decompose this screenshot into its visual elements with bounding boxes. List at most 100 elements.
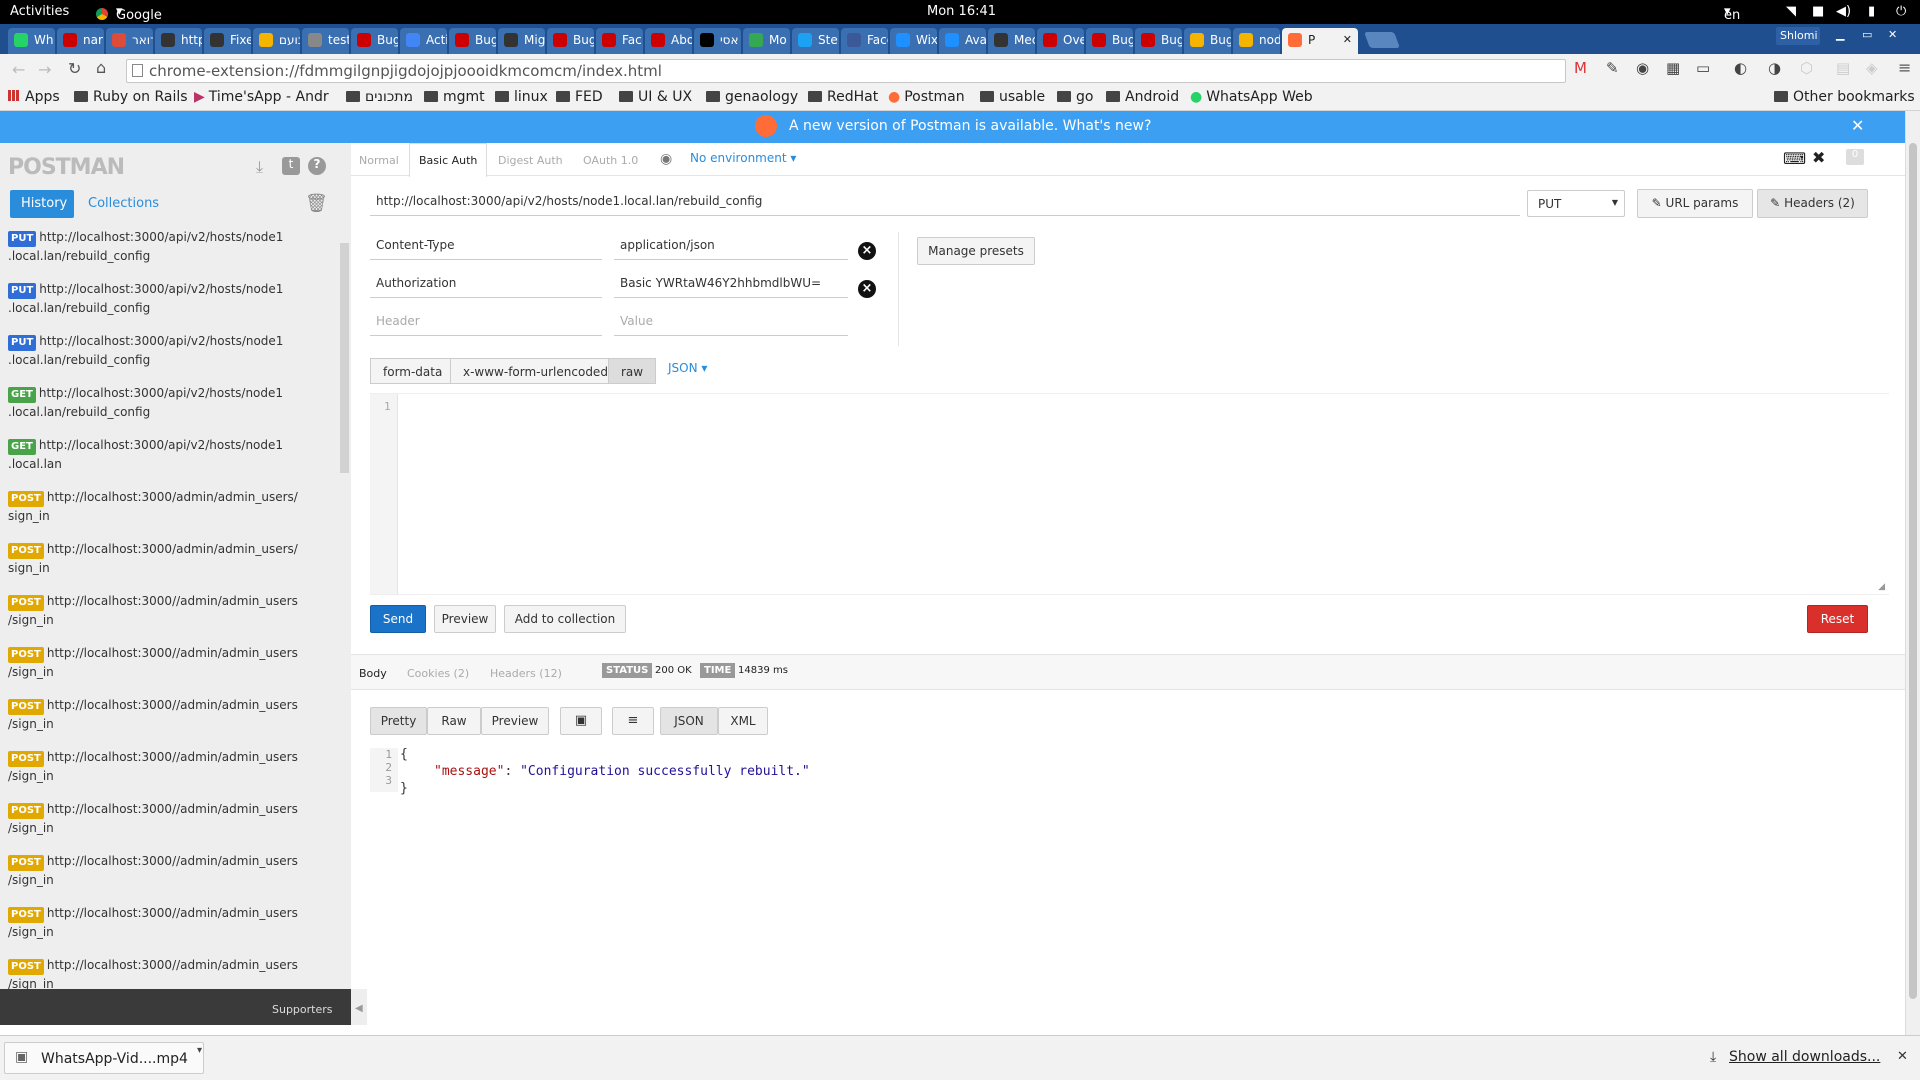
bookmark-folder[interactable]: Other bookmarks [1774,89,1915,105]
language-indicator[interactable]: en ▾ [1724,4,1740,23]
tab-collections[interactable]: Collections [88,196,159,211]
bookmark-link[interactable]: ● WhatsApp Web [1190,89,1313,105]
send-button[interactable]: Send [370,605,426,633]
extension-icon[interactable]: ▦ [1666,59,1680,77]
history-item[interactable]: POST http://localhost:3000//admin/admin_u… [8,644,338,681]
battery-icon[interactable]: ▮ [1868,4,1875,19]
twitter-icon[interactable]: t [282,157,300,175]
eyedropper-icon[interactable]: ✎ [1606,59,1619,77]
collapse-sidebar-icon[interactable]: ◀ [351,989,367,1025]
cast-icon[interactable]: ▭ [1696,59,1710,77]
request-url-input[interactable]: http://localhost:3000/api/v2/hosts/node1… [370,190,1520,216]
bookmark-folder[interactable]: UI & UX [619,89,692,105]
history-item[interactable]: PUT http://localhost:3000/api/v2/hosts/no… [8,228,338,265]
help-icon[interactable]: ? [308,157,326,175]
home-icon[interactable]: ⌂ [96,58,106,77]
reload-icon[interactable]: ↻ [68,59,81,78]
history-item[interactable]: POST http://localhost:3000/admin/admin_us… [8,540,338,577]
back-icon[interactable]: ← [12,60,25,79]
tab-history[interactable]: History [10,190,74,218]
browser-tab[interactable]: Face [841,28,888,54]
browser-tab[interactable]: Bug [351,28,398,54]
fullscreen-icon[interactable]: ▣ [560,707,602,735]
extension-icon[interactable]: ◑ [1768,59,1781,77]
browser-tab[interactable]: Bug [1135,28,1182,54]
history-item[interactable]: PUT http://localhost:3000/api/v2/hosts/no… [8,280,338,317]
resize-handle-icon[interactable]: ◢ [1878,582,1885,592]
bookmark-folder[interactable]: Android [1106,89,1179,105]
clock[interactable]: Mon 16:41 [927,4,996,19]
history-item[interactable]: POST http://localhost:3000//admin/admin_u… [8,696,338,733]
browser-tab[interactable]: Fac [596,28,643,54]
body-mode-urlencoded[interactable]: x-www-form-urlencoded [450,358,621,384]
power-icon[interactable]: ⏻ [1896,4,1906,19]
tab-response-cookies[interactable]: Cookies (2) [407,667,469,680]
history-item[interactable]: GET http://localhost:3000/api/v2/hosts/no… [8,436,338,473]
view-pretty-button[interactable]: Pretty [370,707,427,735]
browser-tab[interactable]: Bug [449,28,496,54]
browser-tab[interactable]: Bug [547,28,594,54]
supporters-link[interactable]: Supporters [272,1003,333,1016]
volume-icon[interactable]: ◀) [1836,4,1851,19]
tab-response-body[interactable]: Body [359,667,387,680]
tab-oauth[interactable]: OAuth 1.0 [583,154,638,167]
sidebar-scrollbar[interactable] [340,243,349,473]
format-json-button[interactable]: JSON [660,707,718,735]
close-window-icon[interactable]: ✕ [1888,28,1897,41]
bookmark-folder[interactable]: Ruby on Rails [74,89,188,105]
bookmark-link[interactable]: ● Postman [888,89,965,105]
new-tab-button[interactable] [1364,32,1400,48]
close-tab-icon[interactable]: ✕ [1343,33,1352,46]
header-key-input[interactable]: Content-Type [370,234,602,260]
remove-header-icon[interactable]: × [858,242,876,260]
trash-icon[interactable]: 🗑 [305,193,328,214]
settings-tools-icon[interactable]: ✖ [1812,148,1825,167]
tab-normal[interactable]: Normal [359,154,399,167]
new-header-key-input[interactable]: Header [370,310,602,336]
wifi-icon[interactable]: ◥ [1786,4,1796,19]
headers-button[interactable]: ✎ Headers (2) [1757,189,1868,218]
browser-tab[interactable]: Bug [1086,28,1133,54]
tab-digest-auth[interactable]: Digest Auth [498,154,563,167]
address-bar[interactable]: chrome-extension://fdmmgilgnpjigdojojpjo… [126,59,1566,83]
history-item[interactable]: POST http://localhost:3000//admin/admin_u… [8,904,338,941]
browser-tab[interactable]: נועם [253,28,300,54]
header-value-input[interactable]: application/json [614,234,848,260]
new-header-value-input[interactable]: Value [614,310,848,336]
show-all-downloads-link[interactable]: Show all downloads... [1729,1049,1880,1065]
body-mode-form-data[interactable]: form-data [370,358,456,384]
bookmark-apps[interactable]: Apps [8,89,60,105]
history-item[interactable]: POST http://localhost:3000//admin/admin_u… [8,800,338,837]
download-item[interactable]: ▣ WhatsApp-Vid....mp4 ▾ [4,1042,204,1074]
forward-icon[interactable]: → [38,60,51,79]
preview-button[interactable]: Preview [434,605,496,633]
history-item[interactable]: POST http://localhost:3000//admin/admin_u… [8,852,338,889]
history-item[interactable]: PUT http://localhost:3000/api/v2/hosts/no… [8,332,338,369]
browser-tab[interactable]: Ove [1037,28,1084,54]
bookmark-folder[interactable]: linux [495,89,548,105]
wrap-lines-icon[interactable]: ≡ [612,707,654,735]
tab-response-headers[interactable]: Headers (12) [490,667,562,680]
extension-icon[interactable]: ◉ [1636,59,1649,77]
browser-tab[interactable]: test [302,28,349,54]
format-xml-button[interactable]: XML [718,707,768,735]
header-value-input[interactable]: Basic YWRtaW46Y2hhbmdlbWU= [614,272,848,298]
close-icon[interactable]: ✕ [1851,116,1864,135]
browser-tab[interactable]: Abo [645,28,692,54]
bookmark-link[interactable]: ▶ Time'sApp - Andr [194,89,334,105]
download-icon[interactable]: ⤓ [256,157,263,177]
notification-count[interactable]: 0 [1846,149,1864,165]
browser-tab[interactable]: Wh [8,28,55,54]
extension-icon[interactable]: ◐ [1734,59,1747,77]
app-menu[interactable]: Google Chrome ▾ [116,4,167,38]
page-scrollbar[interactable] [1905,111,1920,1035]
close-icon[interactable]: ✕ [1897,1049,1908,1064]
browser-tab[interactable]: nar [57,28,104,54]
keyboard-icon[interactable]: ⌨ [1783,149,1806,168]
environment-selector[interactable]: No environment ▾ [690,151,796,165]
view-raw-button[interactable]: Raw [427,707,481,735]
remove-header-icon[interactable]: × [858,280,876,298]
history-item[interactable]: POST http://localhost:3000//admin/admin_u… [8,592,338,629]
browser-tab[interactable]: Ava [939,28,986,54]
browser-tab[interactable]: http [155,28,202,54]
